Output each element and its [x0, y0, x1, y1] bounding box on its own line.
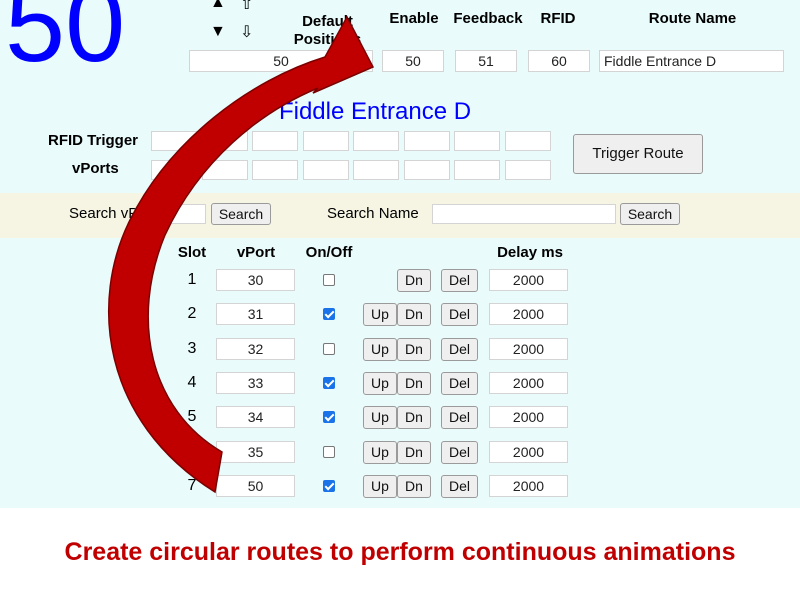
curved-arrow-icon [108, 15, 375, 494]
circular-route-arrow-graphic [108, 15, 375, 494]
caption: Create circular routes to perform contin… [64, 538, 736, 566]
